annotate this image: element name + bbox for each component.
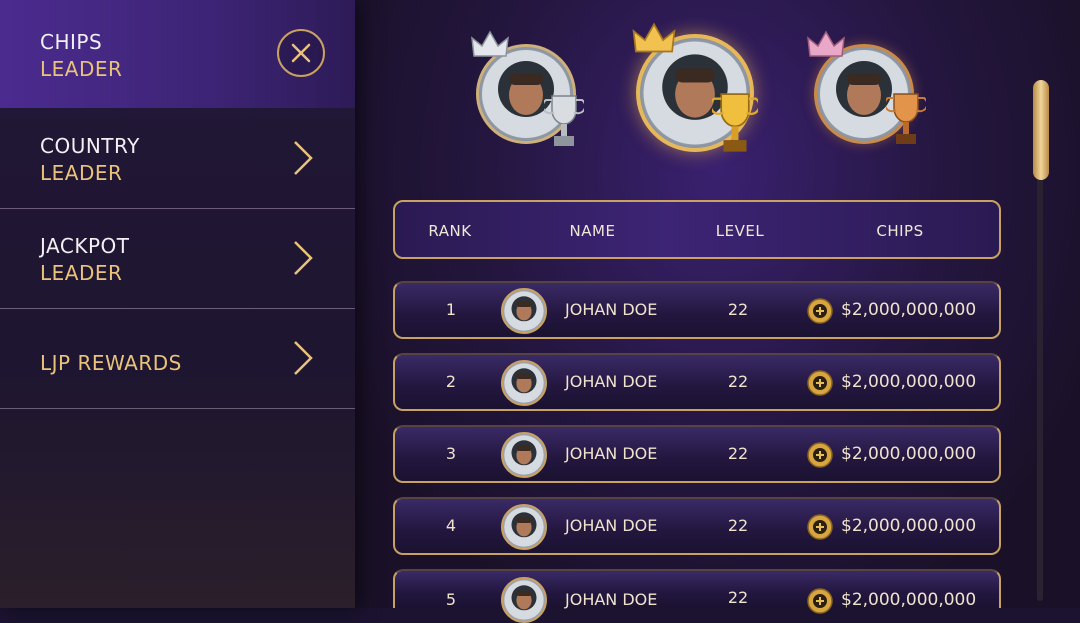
sidebar-item-jackpot-leader[interactable]: JACKPOT LEADER <box>0 208 355 309</box>
sidebar-item-country-leader[interactable]: COUNTRY LEADER <box>0 108 355 209</box>
avatar <box>501 288 547 334</box>
row-rank: 3 <box>445 444 457 463</box>
row-rank: 1 <box>445 300 457 319</box>
close-button[interactable] <box>277 29 325 77</box>
sidebar-item-label: CHIPS <box>40 30 103 54</box>
bronze-crown-icon <box>807 30 845 57</box>
row-name: JOHAN DOE <box>565 590 658 609</box>
sidebar-item-chips-leader[interactable]: CHIPS LEADER <box>0 0 355 108</box>
row-level: 22 <box>727 372 749 391</box>
row-chips: $2,000,000,000 <box>841 444 977 464</box>
gold-trophy-icon <box>712 93 758 152</box>
row-name: JOHAN DOE <box>565 444 658 463</box>
row-chips: $2,000,000,000 <box>841 372 977 392</box>
avatar <box>501 432 547 478</box>
row-level: 22 <box>727 588 749 607</box>
bronze-trophy-icon <box>886 93 926 144</box>
table-row[interactable]: 3 JOHAN DOE 22 $2,000,000,000 <box>393 425 1001 483</box>
scrollbar-thumb[interactable] <box>1033 80 1049 180</box>
table-row[interactable]: 4 JOHAN DOE 22 $2,000,000,000 <box>393 497 1001 555</box>
silver-crown-icon <box>471 30 509 57</box>
row-rank: 5 <box>445 590 457 609</box>
sidebar-item-label: COUNTRY <box>40 134 140 158</box>
row-chips: $2,000,000,000 <box>841 590 977 610</box>
row-name: JOHAN DOE <box>565 300 658 319</box>
astronaut-avatar-icon <box>504 507 544 547</box>
podium-second-place[interactable] <box>470 30 590 155</box>
astronaut-avatar-icon <box>504 291 544 331</box>
column-header-name: NAME <box>569 222 616 240</box>
gold-crown-icon <box>632 22 676 53</box>
sidebar-item-sublabel: LEADER <box>40 161 123 185</box>
row-rank: 2 <box>445 372 457 391</box>
row-rank: 4 <box>445 516 457 535</box>
sidebar-item-sublabel: LEADER <box>40 261 123 285</box>
podium-third-place[interactable] <box>806 30 931 155</box>
astronaut-avatar-icon <box>504 580 544 620</box>
avatar <box>501 504 547 550</box>
sidebar-item-label: JACKPOT <box>40 234 130 258</box>
row-level: 22 <box>727 300 749 319</box>
row-level: 22 <box>727 516 749 535</box>
astronaut-avatar-icon <box>504 363 544 403</box>
sidebar-item-ljp-rewards[interactable]: LJP REWARDS <box>0 308 355 409</box>
sidebar: CHIPS LEADER COUNTRY LEADER JACKPOT LEAD… <box>0 0 355 608</box>
table-row[interactable]: 5 JOHAN DOE 22 $2,000,000,000 <box>393 569 1001 623</box>
row-level: 22 <box>727 444 749 463</box>
table-row[interactable]: 2 JOHAN DOE 22 $2,000,000,000 <box>393 353 1001 411</box>
sidebar-item-label: LJP REWARDS <box>40 351 182 375</box>
table-header: RANK NAME LEVEL CHIPS <box>393 200 1001 259</box>
avatar <box>501 360 547 406</box>
table-row[interactable]: 1 JOHAN DOE 22 $2,000,000,000 <box>393 281 1001 339</box>
chip-coin-icon <box>807 442 833 468</box>
row-name: JOHAN DOE <box>565 372 658 391</box>
avatar <box>501 577 547 623</box>
chevron-right-icon <box>294 141 313 175</box>
silver-trophy-icon <box>544 95 584 146</box>
chip-coin-icon <box>807 298 833 324</box>
astronaut-avatar-icon <box>504 435 544 475</box>
chevron-right-icon <box>294 341 313 375</box>
chip-coin-icon <box>807 370 833 396</box>
chip-coin-icon <box>807 588 833 614</box>
row-chips: $2,000,000,000 <box>841 516 977 536</box>
chip-coin-icon <box>807 514 833 540</box>
podium-first-place[interactable] <box>628 20 768 165</box>
row-chips: $2,000,000,000 <box>841 300 977 320</box>
close-icon <box>291 43 311 63</box>
chevron-right-icon <box>294 241 313 275</box>
column-header-rank: RANK <box>428 222 472 240</box>
sidebar-item-sublabel: LEADER <box>40 57 123 81</box>
column-header-chips: CHIPS <box>876 222 924 240</box>
column-header-level: LEVEL <box>715 222 765 240</box>
row-name: JOHAN DOE <box>565 516 658 535</box>
